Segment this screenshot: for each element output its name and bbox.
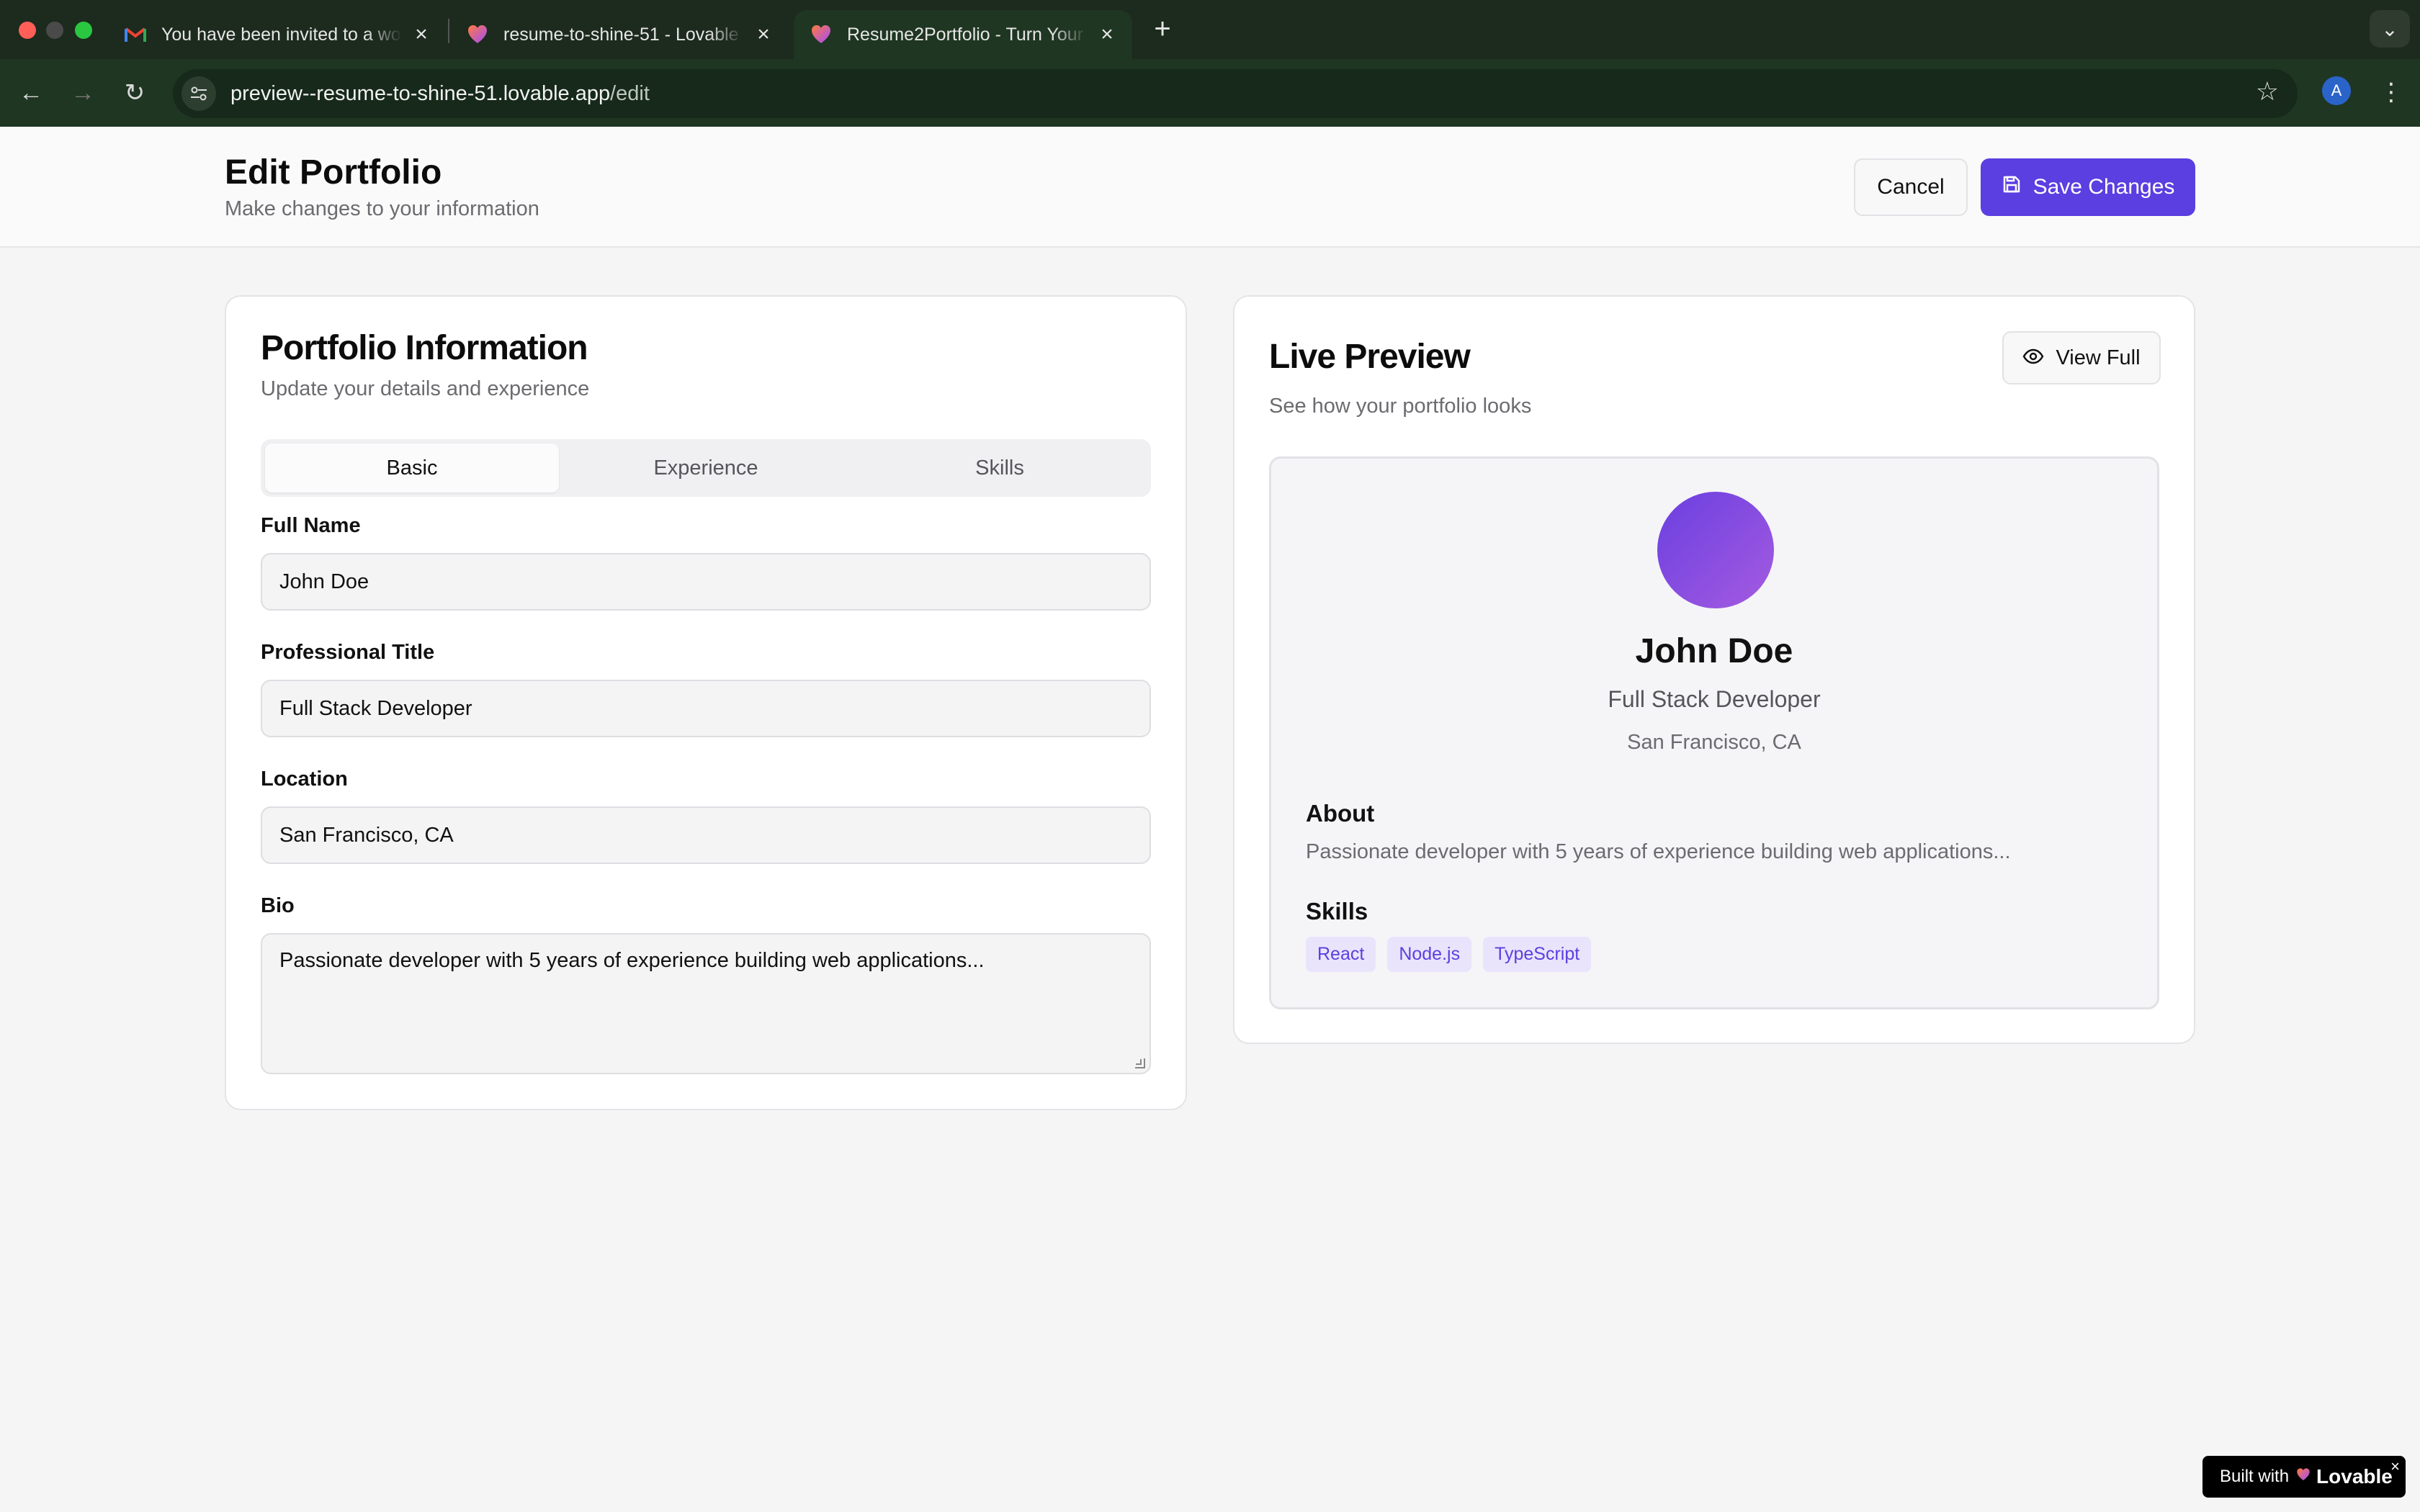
badge-brand: Lovable bbox=[2316, 1465, 2393, 1488]
tab-title: Resume2Portfolio - Turn Your Resume bbox=[847, 24, 1088, 45]
maximize-window-button[interactable] bbox=[75, 22, 92, 39]
professional-title-label: Professional Title bbox=[261, 641, 435, 664]
preview-name: John Doe bbox=[1635, 632, 1793, 670]
about-text: Passionate developer with 5 years of exp… bbox=[1306, 840, 2011, 863]
profile-avatar[interactable]: A bbox=[2322, 76, 2351, 105]
close-tab-icon[interactable]: × bbox=[411, 22, 432, 47]
reload-button[interactable]: ↻ bbox=[118, 76, 151, 109]
browser-tab-lovable[interactable]: resume-to-shine-51 - Lovable × bbox=[450, 10, 789, 59]
lovable-heart-icon bbox=[2296, 1467, 2311, 1487]
view-full-label: View Full bbox=[2056, 346, 2141, 369]
resize-handle-icon[interactable] bbox=[1135, 1058, 1145, 1068]
save-icon bbox=[2002, 174, 2022, 200]
card-title: Portfolio Information bbox=[261, 329, 588, 367]
skill-chip: React bbox=[1306, 937, 1376, 972]
url-path: /edit bbox=[610, 81, 650, 105]
save-changes-button[interactable]: Save Changes bbox=[1981, 158, 2195, 216]
skill-chip: TypeScript bbox=[1483, 937, 1592, 972]
tab-search-button[interactable]: ⌄ bbox=[2370, 10, 2410, 48]
gmail-icon bbox=[124, 23, 147, 46]
skills-list: React Node.js TypeScript bbox=[1306, 937, 1592, 972]
arrow-right-icon: → bbox=[71, 78, 95, 107]
location-label: Location bbox=[261, 768, 348, 791]
browser-toolbar: ← → ↻ preview--resume-to-shine-51.lovabl… bbox=[0, 59, 2420, 127]
url-text: preview--resume-to-shine-51.lovable.app/… bbox=[230, 82, 650, 106]
browser-tab-resume2portfolio[interactable]: Resume2Portfolio - Turn Your Resume × bbox=[794, 10, 1132, 59]
new-tab-button[interactable]: + bbox=[1148, 13, 1177, 45]
close-tab-icon[interactable]: × bbox=[753, 22, 774, 47]
portfolio-preview: John Doe Full Stack Developer San Franci… bbox=[1269, 456, 2159, 1009]
lovable-heart-icon bbox=[810, 23, 833, 46]
back-button[interactable]: ← bbox=[14, 76, 48, 109]
about-heading: About bbox=[1306, 800, 1375, 827]
browser-tab-strip: You have been invited to a workspace × r… bbox=[0, 0, 2420, 59]
bio-text: Passionate developer with 5 years of exp… bbox=[279, 949, 985, 972]
badge-prefix: Built with bbox=[2220, 1467, 2290, 1486]
bio-label: Bio bbox=[261, 894, 295, 917]
portfolio-information-card: Portfolio Information Update your detail… bbox=[225, 295, 1187, 1110]
close-tab-icon[interactable]: × bbox=[1096, 22, 1118, 47]
tab-separator bbox=[448, 19, 449, 43]
bio-textarea[interactable]: Passionate developer with 5 years of exp… bbox=[261, 933, 1151, 1074]
professional-title-input[interactable]: Full Stack Developer bbox=[261, 680, 1151, 737]
built-with-lovable-badge[interactable]: Built with Lovable × bbox=[2202, 1456, 2406, 1498]
full-name-label: Full Name bbox=[261, 514, 361, 537]
location-input[interactable]: San Francisco, CA bbox=[261, 806, 1151, 864]
skills-heading: Skills bbox=[1306, 898, 1368, 924]
preview-job-title: Full Stack Developer bbox=[1608, 686, 1821, 712]
chevron-down-icon: ⌄ bbox=[2381, 17, 2398, 40]
arrow-left-icon: ← bbox=[19, 78, 43, 107]
view-full-button[interactable]: View Full bbox=[2002, 331, 2161, 384]
eye-icon bbox=[2022, 346, 2044, 370]
skill-chip: Node.js bbox=[1387, 937, 1472, 972]
tab-basic[interactable]: Basic bbox=[265, 444, 559, 492]
address-bar[interactable]: preview--resume-to-shine-51.lovable.app/… bbox=[173, 69, 2298, 118]
avatar bbox=[1657, 492, 1774, 608]
tab-skills[interactable]: Skills bbox=[853, 444, 1147, 492]
browser-tab-gmail[interactable]: You have been invited to a workspace × bbox=[108, 10, 447, 59]
lovable-heart-icon bbox=[466, 23, 489, 46]
card-subtitle: Update your details and experience bbox=[261, 377, 590, 400]
page-header: Edit Portfolio Make changes to your info… bbox=[0, 127, 2420, 248]
save-changes-label: Save Changes bbox=[2033, 175, 2175, 199]
card-subtitle: See how your portfolio looks bbox=[1269, 395, 1532, 418]
tab-title: resume-to-shine-51 - Lovable bbox=[503, 24, 739, 45]
live-preview-card: Live Preview See how your portfolio look… bbox=[1233, 295, 2195, 1044]
close-window-button[interactable] bbox=[19, 22, 36, 39]
site-settings-icon[interactable] bbox=[182, 76, 216, 111]
reload-icon: ↻ bbox=[124, 79, 145, 107]
tab-title: You have been invited to a workspace bbox=[161, 24, 402, 45]
cancel-button[interactable]: Cancel bbox=[1854, 158, 1968, 216]
preview-location: San Francisco, CA bbox=[1627, 731, 1801, 754]
forward-button[interactable]: → bbox=[66, 76, 99, 109]
full-name-input[interactable]: John Doe bbox=[261, 553, 1151, 611]
url-host: preview--resume-to-shine-51.lovable.app bbox=[230, 81, 611, 105]
card-title: Live Preview bbox=[1269, 338, 1471, 376]
close-icon[interactable]: × bbox=[2390, 1457, 2400, 1476]
browser-menu-icon[interactable]: ⋮ bbox=[2377, 75, 2406, 109]
tab-experience[interactable]: Experience bbox=[559, 444, 853, 492]
minimize-window-button[interactable] bbox=[46, 22, 63, 39]
page-subtitle: Make changes to your information bbox=[225, 197, 539, 220]
page-title: Edit Portfolio bbox=[225, 153, 442, 192]
form-tabs: Basic Experience Skills bbox=[261, 439, 1151, 497]
bookmark-star-icon[interactable]: ☆ bbox=[2256, 76, 2279, 107]
